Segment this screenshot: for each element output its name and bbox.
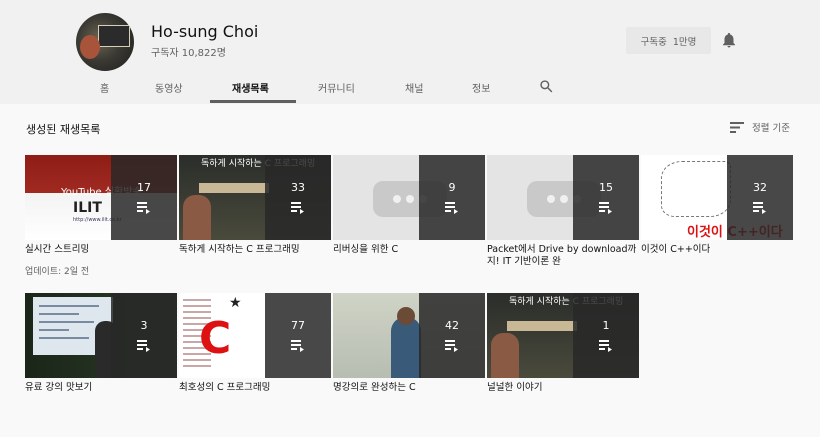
playlist-count-overlay: 1: [573, 293, 639, 378]
playlist-video-count: 3: [140, 319, 148, 332]
playlist-icon: [137, 340, 150, 352]
playlist-count-overlay: 3: [111, 293, 177, 378]
star-icon: ★: [229, 295, 242, 311]
playlist-title[interactable]: 유료 강의 맛보기: [25, 382, 177, 394]
playlist-thumbnail[interactable]: 42: [333, 293, 485, 378]
subscribed-label: 구독중: [640, 36, 667, 48]
thumbnail-cover-text: C: [199, 313, 232, 364]
subscriber-count: 구독자 10,822명: [151, 48, 226, 59]
section-title: 생성된 재생목록: [26, 123, 101, 136]
tab-channels[interactable]: 채널: [405, 80, 423, 95]
playlist-card[interactable]: 15 Packet에서 Drive by download까지! IT 기반이론…: [487, 155, 639, 268]
channel-avatar[interactable]: [76, 13, 134, 71]
playlist-thumbnail[interactable]: 15: [487, 155, 639, 240]
playlist-video-count: 17: [137, 181, 151, 194]
active-tab-indicator: [210, 100, 296, 103]
playlist-card[interactable]: 42 명강의로 완성하는 C: [333, 293, 485, 394]
playlist-card[interactable]: 독하게 시작하는 C 프로그래밍 1 널널한 이야기: [487, 293, 639, 394]
playlist-thumbnail[interactable]: YouTube 실황방송 ILIT http://www.ilit.co.kr …: [25, 155, 177, 240]
playlist-card[interactable]: YouTube 실황방송 ILIT http://www.ilit.co.kr …: [25, 155, 177, 277]
playlist-title[interactable]: Packet에서 Drive by download까지! IT 기반이론 완: [487, 244, 639, 268]
playlist-count-overlay: 42: [419, 293, 485, 378]
playlist-thumbnail[interactable]: ★ C 77: [179, 293, 331, 378]
playlist-video-count: 9: [448, 181, 456, 194]
channel-name: Ho-sung Choi: [151, 22, 259, 41]
tab-home[interactable]: 홈: [100, 80, 109, 95]
playlist-icon: [599, 340, 612, 352]
playlist-title[interactable]: 독하게 시작하는 C 프로그래밍: [179, 244, 331, 256]
playlist-video-count: 77: [291, 319, 305, 332]
playlist-card[interactable]: ★ C 77 최호성의 C 프로그래밍: [179, 293, 331, 394]
playlist-icon: [599, 202, 612, 214]
playlist-count-overlay: 33: [265, 155, 331, 240]
playlist-count-overlay: 15: [573, 155, 639, 240]
playlist-title[interactable]: 널널한 이야기: [487, 382, 639, 394]
playlist-icon: [291, 340, 304, 352]
search-icon[interactable]: [539, 79, 553, 93]
playlist-title[interactable]: 명강의로 완성하는 C: [333, 382, 485, 394]
playlist-count-overlay: 9: [419, 155, 485, 240]
playlist-title[interactable]: 리버싱을 위한 C: [333, 244, 485, 256]
playlist-card[interactable]: 이것이 C++이다 32 이것이 C++이다: [641, 155, 793, 256]
playlist-thumbnail[interactable]: 9: [333, 155, 485, 240]
playlist-count-overlay: 32: [727, 155, 793, 240]
subscribed-button[interactable]: 구독중 1만명: [626, 27, 711, 54]
playlist-icon: [445, 340, 458, 352]
playlist-thumbnail[interactable]: 독하게 시작하는 C 프로그래밍 1: [487, 293, 639, 378]
playlist-card[interactable]: 3 유료 강의 맛보기: [25, 293, 177, 394]
playlist-video-count: 15: [599, 181, 613, 194]
playlist-video-count: 42: [445, 319, 459, 332]
channel-header: Ho-sung Choi 구독자 10,822명 구독중 1만명 홈 동영상 재…: [0, 0, 820, 104]
playlist-icon: [753, 202, 766, 214]
playlist-count-overlay: 77: [265, 293, 331, 378]
tab-playlists[interactable]: 재생목록: [232, 80, 269, 95]
tab-about[interactable]: 정보: [472, 80, 490, 95]
sort-label: 정렬 기준: [752, 123, 790, 134]
playlist-thumbnail[interactable]: 이것이 C++이다 32: [641, 155, 793, 240]
playlist-video-count: 33: [291, 181, 305, 194]
sort-button[interactable]: 정렬 기준: [730, 120, 790, 134]
sort-icon: [730, 121, 744, 133]
playlist-icon: [137, 202, 150, 214]
bell-icon[interactable]: [720, 31, 738, 49]
thumbnail-logo-text: ILIT: [73, 200, 102, 216]
playlist-title[interactable]: 실시간 스트리밍: [25, 244, 177, 256]
playlist-title[interactable]: 최호성의 C 프로그래밍: [179, 382, 331, 394]
tab-videos[interactable]: 동영상: [155, 80, 183, 95]
playlist-updated: 업데이트: 2일 전: [25, 267, 90, 277]
playlist-card[interactable]: 9 리버싱을 위한 C: [333, 155, 485, 256]
playlist-thumbnail[interactable]: 3: [25, 293, 177, 378]
playlist-count-overlay: 17: [111, 155, 177, 240]
tab-community[interactable]: 커뮤니티: [318, 80, 355, 95]
playlist-icon: [291, 202, 304, 214]
playlist-card[interactable]: 독하게 시작하는 C 프로그래밍 33 독하게 시작하는 C 프로그래밍: [179, 155, 331, 256]
playlist-title[interactable]: 이것이 C++이다: [641, 244, 793, 256]
subscribed-count: 1만명: [672, 36, 697, 48]
playlist-video-count: 32: [753, 181, 767, 194]
playlist-thumbnail[interactable]: 독하게 시작하는 C 프로그래밍 33: [179, 155, 331, 240]
playlist-video-count: 1: [602, 319, 610, 332]
playlist-icon: [445, 202, 458, 214]
